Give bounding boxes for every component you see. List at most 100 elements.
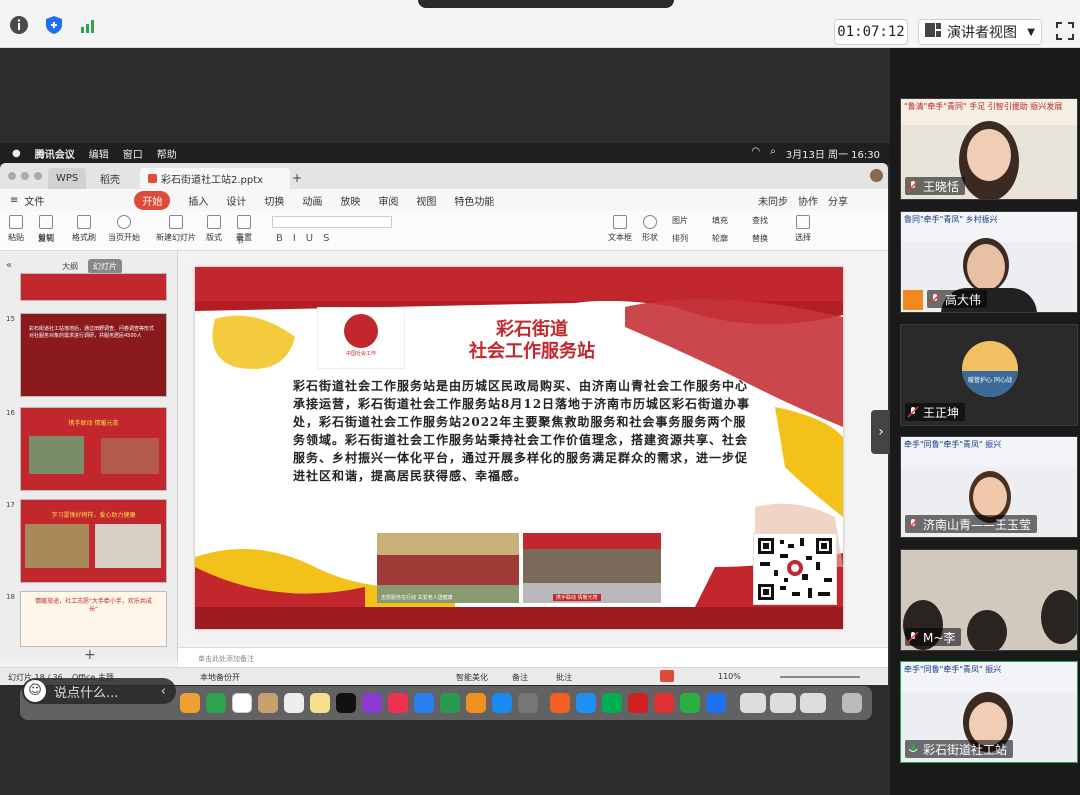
- iqiyi-icon[interactable]: [602, 693, 622, 713]
- tab-special[interactable]: 特色功能: [454, 193, 494, 208]
- replace-button[interactable]: 替换: [752, 233, 768, 244]
- tab-document[interactable]: 彩石街道社工站2.pptx: [140, 168, 290, 189]
- apple-tv-icon[interactable]: [336, 693, 356, 713]
- tab-docer[interactable]: 稻壳: [92, 168, 128, 189]
- sync-status[interactable]: 未同步: [758, 193, 788, 208]
- tab-wps[interactable]: WPS: [48, 168, 87, 189]
- music-icon[interactable]: [388, 693, 408, 713]
- window-thumb-icon[interactable]: [770, 693, 796, 713]
- emoji-icon[interactable]: ☺: [24, 680, 46, 702]
- menu-edit[interactable]: 编辑: [89, 146, 109, 161]
- notes-app-icon[interactable]: [258, 693, 278, 713]
- arrange-button[interactable]: 排列: [672, 233, 688, 244]
- outline-button[interactable]: 轮廓: [712, 233, 728, 244]
- window-thumb-icon[interactable]: [740, 693, 766, 713]
- collapse-panel-icon[interactable]: «: [6, 260, 12, 271]
- start-slideshow-button[interactable]: 当页开始: [108, 215, 140, 243]
- keynote-icon[interactable]: [414, 693, 434, 713]
- participant-tile[interactable]: 鲁同"牵手"青凤" 乡村振兴 高大伟: [900, 211, 1078, 313]
- participant-tile[interactable]: M~李: [900, 549, 1078, 651]
- tab-transition[interactable]: 切换: [264, 193, 284, 208]
- wps-icon[interactable]: [628, 693, 648, 713]
- section-button[interactable]: 节: [236, 235, 244, 246]
- notes-toggle[interactable]: 备注: [512, 672, 528, 683]
- thumbnail-14[interactable]: [20, 273, 167, 301]
- tab-slideshow[interactable]: 放映: [340, 193, 360, 208]
- info-icon[interactable]: [8, 14, 30, 36]
- tab-home[interactable]: 开始: [134, 190, 171, 210]
- zoom-level[interactable]: 110%: [718, 672, 741, 681]
- copy-button[interactable]: 复制: [38, 233, 54, 244]
- tab-view[interactable]: 视图: [416, 193, 436, 208]
- menu-help[interactable]: 帮助: [157, 146, 177, 161]
- participant-tile[interactable]: 暖管护心 同心战 王正坤: [900, 324, 1078, 426]
- thumbnail-17[interactable]: 学习雷锋好榜样，爱心助力健康: [20, 499, 167, 583]
- thumbnail-16[interactable]: 携手联动 情暖元宵: [20, 407, 167, 491]
- wechat-work-icon[interactable]: [550, 693, 570, 713]
- stickies-icon[interactable]: [310, 693, 330, 713]
- tab-slides[interactable]: 幻灯片: [88, 259, 122, 274]
- font-style-buttons[interactable]: BIUS: [276, 233, 339, 244]
- chat-input[interactable]: ☺ 说点什么... ‹: [22, 678, 176, 704]
- play-slideshow-button[interactable]: [660, 670, 674, 682]
- participant-tile[interactable]: 牵手"同鲁"牵手"青凤" 振兴 济南山青——王玉莹: [900, 436, 1078, 538]
- fullscreen-icon[interactable]: [1055, 21, 1075, 41]
- shape-button[interactable]: 形状: [642, 215, 658, 243]
- pages-icon[interactable]: [466, 693, 486, 713]
- add-slide-icon[interactable]: +: [84, 647, 96, 663]
- wifi-icon[interactable]: ◠: [751, 146, 760, 161]
- collab-button[interactable]: 协作: [798, 193, 818, 208]
- calendar-icon[interactable]: [232, 693, 252, 713]
- search-icon[interactable]: ⌕: [770, 146, 776, 161]
- facetime-icon[interactable]: [206, 693, 226, 713]
- notes-area[interactable]: 单击此处添加备注: [178, 647, 888, 667]
- share-button[interactable]: 分享: [828, 193, 848, 208]
- beautify-button[interactable]: 智能美化: [456, 672, 488, 683]
- new-tab-icon[interactable]: +: [292, 171, 302, 185]
- clock-text[interactable]: 3月13日 周一 16:30: [786, 146, 880, 161]
- chevron-left-icon[interactable]: ‹: [161, 684, 166, 699]
- participant-tile[interactable]: "鲁清"牵手"青同" 手足 引智引援助 振兴发展 王晓恬: [900, 98, 1078, 200]
- thumbnail-15[interactable]: 彩石街道社工站落地后，通过田野调查、问卷调查等形式对社服务对象的需求进行调研，共…: [20, 313, 167, 397]
- trash-icon[interactable]: [842, 693, 862, 713]
- app-store-icon[interactable]: [492, 693, 512, 713]
- tab-animation[interactable]: 动画: [302, 193, 322, 208]
- numbers-icon[interactable]: [440, 693, 460, 713]
- settings-icon[interactable]: [518, 693, 538, 713]
- reminders-icon[interactable]: [284, 693, 304, 713]
- zoom-slider[interactable]: [780, 676, 860, 678]
- picture-button[interactable]: 图片: [672, 215, 688, 226]
- slide-canvas[interactable]: 中国社会工作 彩石街道 社会工作服务站 彩石街道社会工作服务站是由历城区民政局购…: [195, 267, 843, 629]
- traffic-lights[interactable]: [8, 172, 42, 180]
- backup-status[interactable]: 本地备份开: [200, 672, 240, 683]
- photos-icon[interactable]: [180, 693, 200, 713]
- fill-button[interactable]: 填充: [712, 215, 728, 226]
- shield-icon[interactable]: [43, 14, 65, 36]
- collapse-video-strip-button[interactable]: ›: [871, 410, 891, 454]
- tab-design[interactable]: 设计: [226, 193, 246, 208]
- avatar[interactable]: [870, 169, 883, 182]
- app-menu[interactable]: 腾讯会议: [35, 146, 75, 161]
- thumbnail-18[interactable]: 情暖旅途，社工志愿"大手牵小手，欢乐共成长": [20, 591, 167, 647]
- tab-insert[interactable]: 插入: [188, 193, 208, 208]
- participant-tile-active[interactable]: 牵手"同鲁"牵手"青凤" 振兴 彩石街道社工站: [900, 661, 1078, 763]
- font-family-select[interactable]: [272, 216, 392, 228]
- view-mode-dropdown[interactable]: 演讲者视图 ▼: [918, 19, 1042, 45]
- netease-music-icon[interactable]: [654, 693, 674, 713]
- tencent-meeting-icon[interactable]: [706, 693, 726, 713]
- new-slide-button[interactable]: 新建幻灯片: [156, 215, 196, 243]
- podcasts-icon[interactable]: [362, 693, 382, 713]
- select-button[interactable]: 选择: [795, 215, 811, 243]
- find-button[interactable]: 查找: [752, 215, 768, 226]
- tencent-video-icon[interactable]: [576, 693, 596, 713]
- textbox-button[interactable]: 文本框: [608, 215, 632, 243]
- format-painter-button[interactable]: 格式刷: [72, 215, 96, 243]
- layout-button[interactable]: 版式: [206, 215, 222, 243]
- window-thumb-icon[interactable]: [800, 693, 826, 713]
- signal-icon[interactable]: [78, 14, 100, 36]
- menu-icon[interactable]: ≡: [10, 195, 18, 206]
- file-menu[interactable]: 文件: [24, 193, 44, 208]
- comments-toggle[interactable]: 批注: [556, 672, 572, 683]
- screen-share-pill[interactable]: [418, 0, 674, 8]
- tab-review[interactable]: 审阅: [378, 193, 398, 208]
